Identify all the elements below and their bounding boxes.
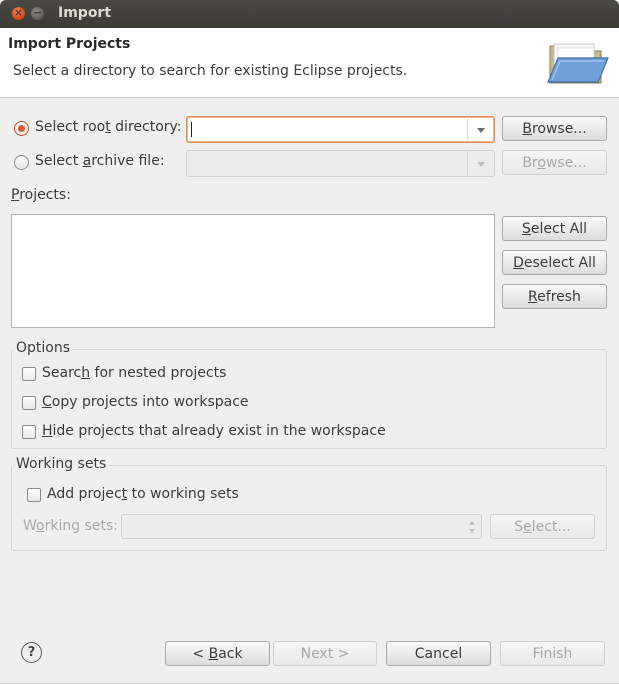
chevron-down-icon [477, 162, 485, 167]
nested-projects-label: Search for nested projects [42, 365, 227, 381]
spin-down-icon [469, 529, 475, 533]
archive-file-label: Select archive file: [35, 153, 165, 169]
help-icon[interactable]: ? [21, 642, 42, 663]
select-working-sets-button[interactable]: Select... [490, 514, 595, 539]
add-to-working-sets-checkbox[interactable] [27, 488, 41, 502]
minimize-window-button[interactable]: − [31, 6, 44, 20]
next-button[interactable]: Next > [273, 641, 377, 666]
spin-up-icon [469, 521, 475, 525]
copy-projects-label: Copy projects into workspace [42, 394, 249, 410]
archive-file-combo[interactable] [186, 150, 495, 177]
refresh-button[interactable]: Refresh [502, 284, 607, 309]
nested-projects-checkbox[interactable] [22, 367, 36, 381]
finish-button[interactable]: Finish [500, 641, 605, 666]
window-title: Import [58, 5, 112, 21]
folder-icon [547, 43, 609, 84]
root-directory-label: Select root directory: [35, 119, 182, 135]
close-window-button[interactable]: × [12, 6, 25, 20]
minimize-icon: − [32, 6, 43, 19]
deselect-all-button[interactable]: Deselect All [502, 250, 607, 275]
back-button[interactable]: < Back [165, 641, 270, 666]
select-all-button[interactable]: Select All [502, 216, 607, 241]
hide-projects-label: Hide projects that already exist in the … [42, 423, 386, 439]
working-sets-group-title: Working sets [14, 456, 109, 472]
options-group-title: Options [14, 340, 73, 356]
projects-list[interactable] [11, 214, 495, 328]
projects-label: Projects: [11, 187, 71, 203]
working-sets-combo[interactable] [121, 514, 482, 539]
archive-file-dropdown-button[interactable] [467, 151, 494, 176]
working-sets-label: Working sets: [23, 518, 118, 534]
hide-projects-checkbox[interactable] [22, 425, 36, 439]
cancel-button[interactable]: Cancel [386, 641, 491, 666]
browse-archive-button[interactable]: Browse... [502, 150, 607, 175]
browse-directory-button[interactable]: Browse... [502, 116, 607, 141]
title-bar: × − Import [0, 0, 619, 28]
chevron-down-icon [477, 128, 485, 133]
close-icon: × [13, 6, 24, 19]
add-to-working-sets-label: Add project to working sets [47, 486, 239, 502]
text-caret [191, 122, 192, 137]
archive-file-radio[interactable] [14, 155, 29, 170]
root-directory-combo[interactable] [186, 116, 495, 143]
copy-projects-checkbox[interactable] [22, 396, 36, 410]
wizard-header: Import Projects Select a directory to se… [0, 28, 619, 98]
root-directory-dropdown-button[interactable] [467, 117, 494, 142]
page-description: Select a directory to search for existin… [13, 63, 408, 79]
root-directory-radio[interactable] [14, 121, 29, 136]
page-title: Import Projects [8, 36, 131, 52]
